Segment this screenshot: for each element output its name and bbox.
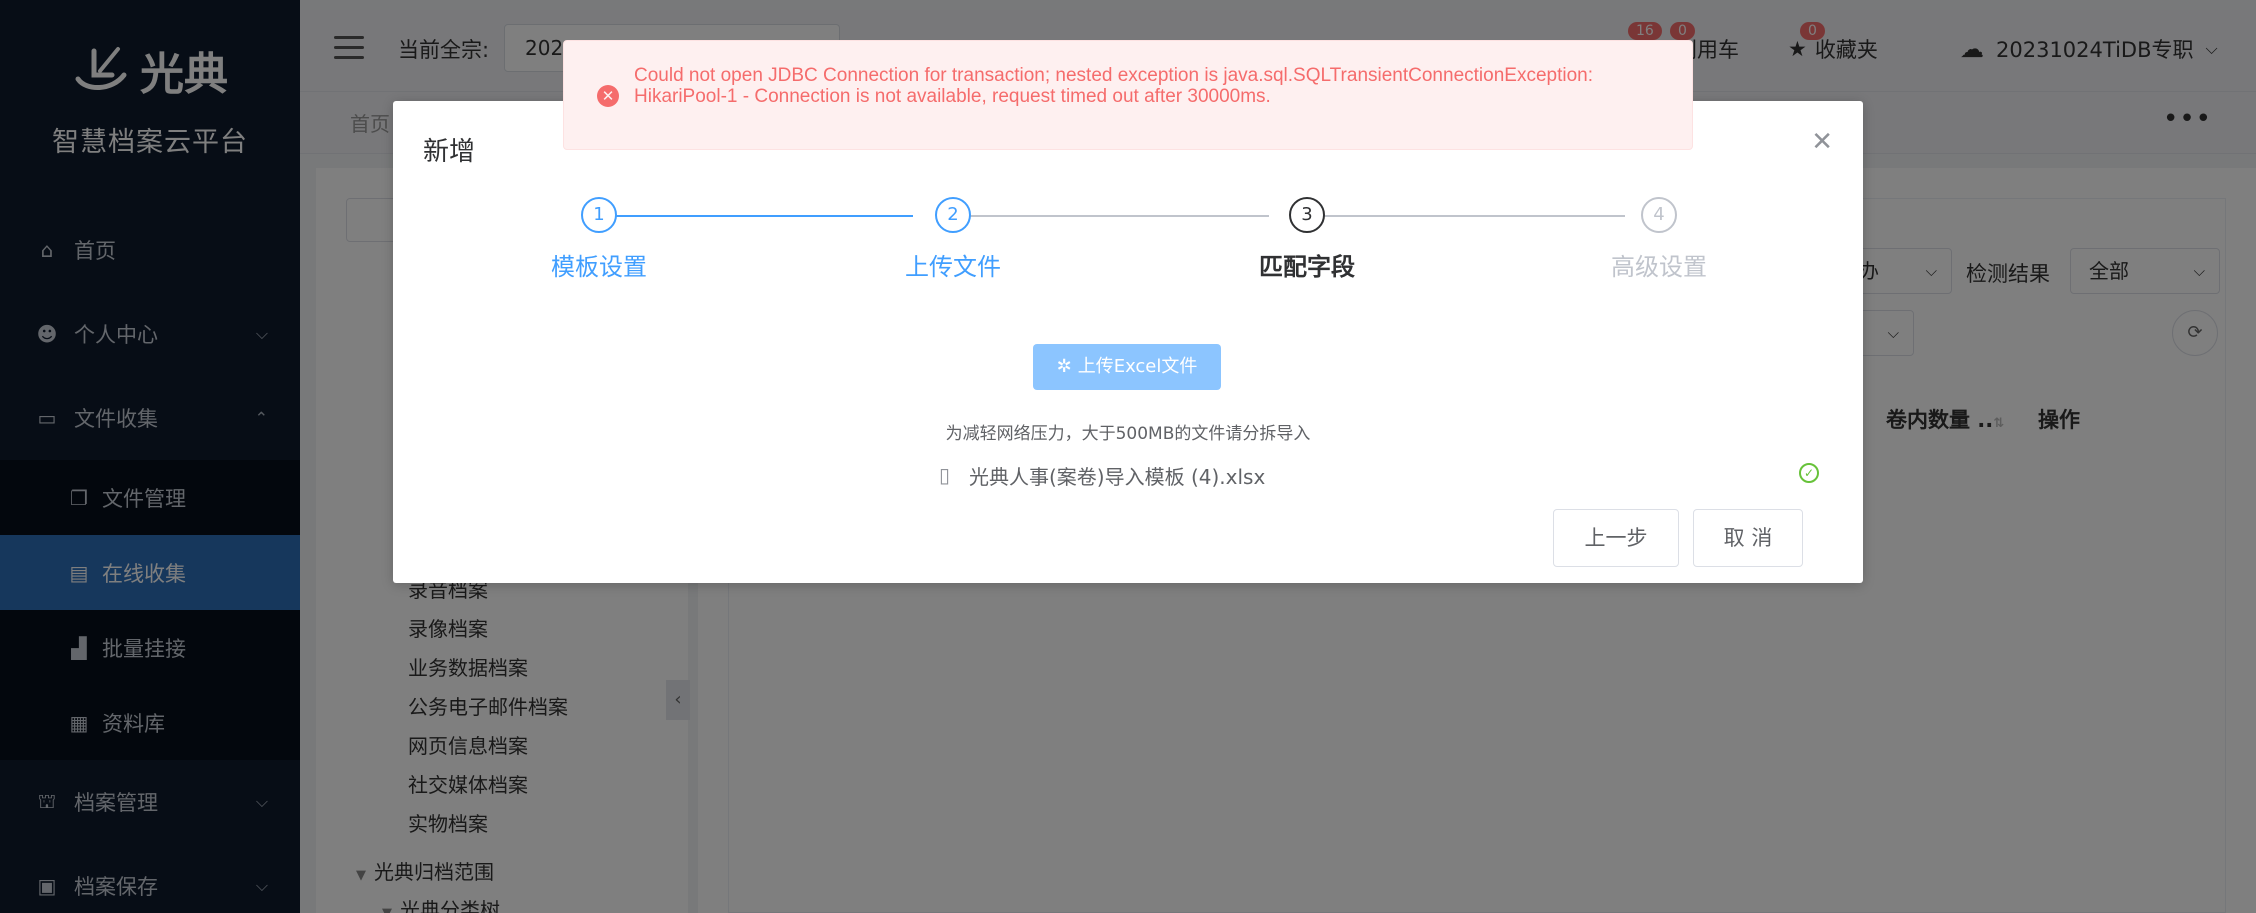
upload-tip: 为减轻网络压力，大于500MB的文件请分拆导入 bbox=[945, 424, 1311, 444]
upload-excel-button[interactable]: ✲ 上传Excel文件 bbox=[1033, 344, 1221, 390]
close-icon[interactable]: ✕ bbox=[1811, 129, 1833, 155]
cancel-button[interactable]: 取 消 bbox=[1693, 509, 1803, 567]
error-text: Could not open JDBC Connection for trans… bbox=[634, 65, 1593, 107]
step-number: 3 bbox=[1289, 197, 1325, 233]
step-connector bbox=[1309, 215, 1625, 217]
steps: 1 模板设置 2 上传文件 3 匹配字段 4 高级设置 bbox=[393, 197, 1863, 287]
step-connector bbox=[953, 215, 1269, 217]
file-icon: ▯ bbox=[939, 463, 951, 487]
file-name: 光典人事(案卷)导入模板 (4).xlsx bbox=[969, 465, 1266, 489]
step-number: 1 bbox=[581, 197, 617, 233]
dialog-title: 新增 bbox=[423, 137, 476, 167]
error-message: ✕ Could not open JDBC Connection for tra… bbox=[563, 40, 1693, 150]
success-check-icon: ✓ bbox=[1799, 463, 1819, 483]
error-icon: ✕ bbox=[597, 85, 619, 107]
step-number: 4 bbox=[1641, 197, 1677, 233]
add-dialog: 新增 ✕ 1 模板设置 2 上传文件 3 匹配字段 4 高级设置 ✲ 上传Exce… bbox=[393, 101, 1863, 583]
step-connector bbox=[597, 215, 913, 217]
step-number: 2 bbox=[935, 197, 971, 233]
prev-step-button[interactable]: 上一步 bbox=[1553, 509, 1679, 567]
loading-icon: ✲ bbox=[1056, 356, 1072, 377]
step-label: 模板设置 bbox=[551, 253, 647, 281]
step-label: 高级设置 bbox=[1611, 253, 1707, 281]
step-label: 匹配字段 bbox=[1259, 253, 1355, 281]
step-label: 上传文件 bbox=[905, 253, 1001, 281]
uploaded-file-item[interactable]: ▯ 光典人事(案卷)导入模板 (4).xlsx ✓ bbox=[939, 461, 1819, 491]
